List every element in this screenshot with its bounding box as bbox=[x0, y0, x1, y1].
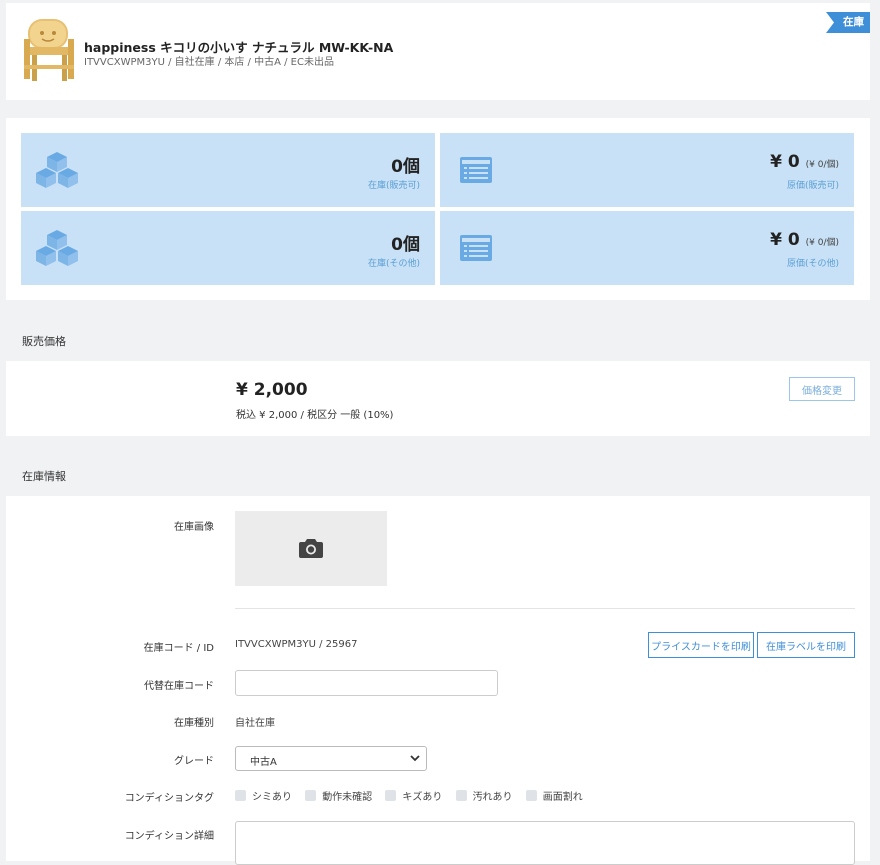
stock-image-upload[interactable] bbox=[235, 511, 387, 586]
wooden-chair-image bbox=[24, 19, 74, 81]
summary-unit-note: (¥ 0/個) bbox=[805, 160, 839, 170]
summary-value: 0個 bbox=[391, 235, 420, 255]
summary-tile-stock-sellable: 0個 在庫(販売可) bbox=[21, 133, 435, 207]
item-subtitle: ITVVCXWPM3YU / 自社在庫 / 本店 / 中古A / EC未出品 bbox=[84, 57, 334, 68]
stock-summary: 0個 在庫(販売可) ¥ 0 (¥ 0/個) 原価(販売可) 0個 在庫(その他… bbox=[6, 118, 870, 300]
condition-tag-label: キズあり bbox=[402, 792, 443, 803]
summary-label: 在庫(販売可) bbox=[367, 181, 420, 191]
condition-tag-label: 動作未確認 bbox=[322, 792, 373, 803]
condition-tag[interactable]: 動作未確認 bbox=[305, 788, 372, 803]
alt-code-input[interactable] bbox=[235, 670, 498, 696]
checkbox[interactable] bbox=[235, 790, 246, 801]
condition-tag[interactable]: 画面割れ bbox=[525, 788, 583, 803]
stock-info-section: 在庫画像 在庫コード / ID ITVVCXWPM3YU / 25967 プライ… bbox=[6, 496, 870, 865]
print-stock-label-button[interactable]: 在庫ラベルを印刷 bbox=[757, 632, 855, 658]
condition-detail-textarea[interactable] bbox=[235, 821, 855, 865]
grade-label: グレード bbox=[174, 756, 214, 767]
condition-tag-label: 画面割れ bbox=[542, 792, 583, 803]
price-detail: 税込 ¥ 2,000 / 税区分 一般 (10%) bbox=[236, 410, 394, 421]
summary-tile-cost-other: ¥ 0 (¥ 0/個) 原価(その他) bbox=[440, 211, 854, 285]
summary-tile-stock-other: 0個 在庫(その他) bbox=[21, 211, 435, 285]
stock-section-heading: 在庫情報 bbox=[6, 454, 870, 496]
print-price-card-button[interactable]: プライスカードを印刷 bbox=[648, 632, 754, 658]
checkbox[interactable] bbox=[385, 790, 397, 801]
condition-tag[interactable]: キズあり bbox=[385, 788, 442, 803]
change-price-button[interactable]: 価格変更 bbox=[789, 377, 855, 401]
stock-type-value: 自社在庫 bbox=[235, 718, 275, 729]
camera-icon bbox=[299, 539, 323, 558]
boxes-icon bbox=[36, 230, 78, 266]
summary-unit-note: (¥ 0/個) bbox=[805, 238, 839, 248]
summary-value: ¥ 0 bbox=[770, 152, 800, 172]
condition-tag[interactable]: 汚れあり bbox=[455, 788, 513, 803]
summary-label: 在庫(その他) bbox=[367, 259, 420, 269]
divider bbox=[235, 608, 855, 609]
price-amount: ¥ 2,000 bbox=[236, 380, 308, 400]
item-header: happiness キコリの小いす ナチュラル MW-KK-NA ITVVCXW… bbox=[6, 3, 870, 100]
grade-selected-value: 中古A bbox=[250, 757, 277, 768]
summary-tile-cost-sellable: ¥ 0 (¥ 0/個) 原価(販売可) bbox=[440, 133, 854, 207]
condition-detail-label: コンディション詳細 bbox=[124, 831, 214, 842]
price-section-heading: 販売価格 bbox=[6, 319, 870, 361]
alt-code-label: 代替在庫コード bbox=[144, 681, 214, 692]
summary-label: 原価(販売可) bbox=[786, 181, 839, 191]
stock-code-label: 在庫コード / ID bbox=[143, 643, 214, 654]
list-card-icon bbox=[460, 157, 492, 183]
summary-label: 原価(その他) bbox=[786, 259, 839, 269]
condition-tags: シミあり 動作未確認 キズあり 汚れあり 画面割れ bbox=[235, 788, 593, 804]
checkbox[interactable] bbox=[525, 790, 537, 801]
checkbox[interactable] bbox=[455, 790, 467, 801]
summary-value: 0個 bbox=[391, 157, 420, 177]
summary-value: ¥ 0 bbox=[770, 230, 800, 250]
condition-tag-label: 汚れあり bbox=[472, 792, 513, 803]
stock-type-label: 在庫種別 bbox=[174, 718, 214, 729]
condition-tag[interactable]: シミあり bbox=[235, 788, 292, 803]
boxes-icon bbox=[36, 152, 78, 188]
stock-image-label: 在庫画像 bbox=[174, 522, 214, 533]
status-badge: 在庫 bbox=[826, 12, 870, 33]
stock-code-value: ITVVCXWPM3YU / 25967 bbox=[235, 639, 358, 650]
price-section: ¥ 2,000 税込 ¥ 2,000 / 税区分 一般 (10%) 価格変更 bbox=[6, 361, 870, 436]
condition-tags-label: コンディションタグ bbox=[124, 793, 214, 804]
condition-tag-label: シミあり bbox=[252, 792, 292, 803]
list-card-icon bbox=[460, 235, 492, 261]
checkbox[interactable] bbox=[305, 790, 317, 801]
chevron-down-icon bbox=[410, 755, 420, 762]
grade-select[interactable]: 中古A bbox=[235, 746, 427, 771]
